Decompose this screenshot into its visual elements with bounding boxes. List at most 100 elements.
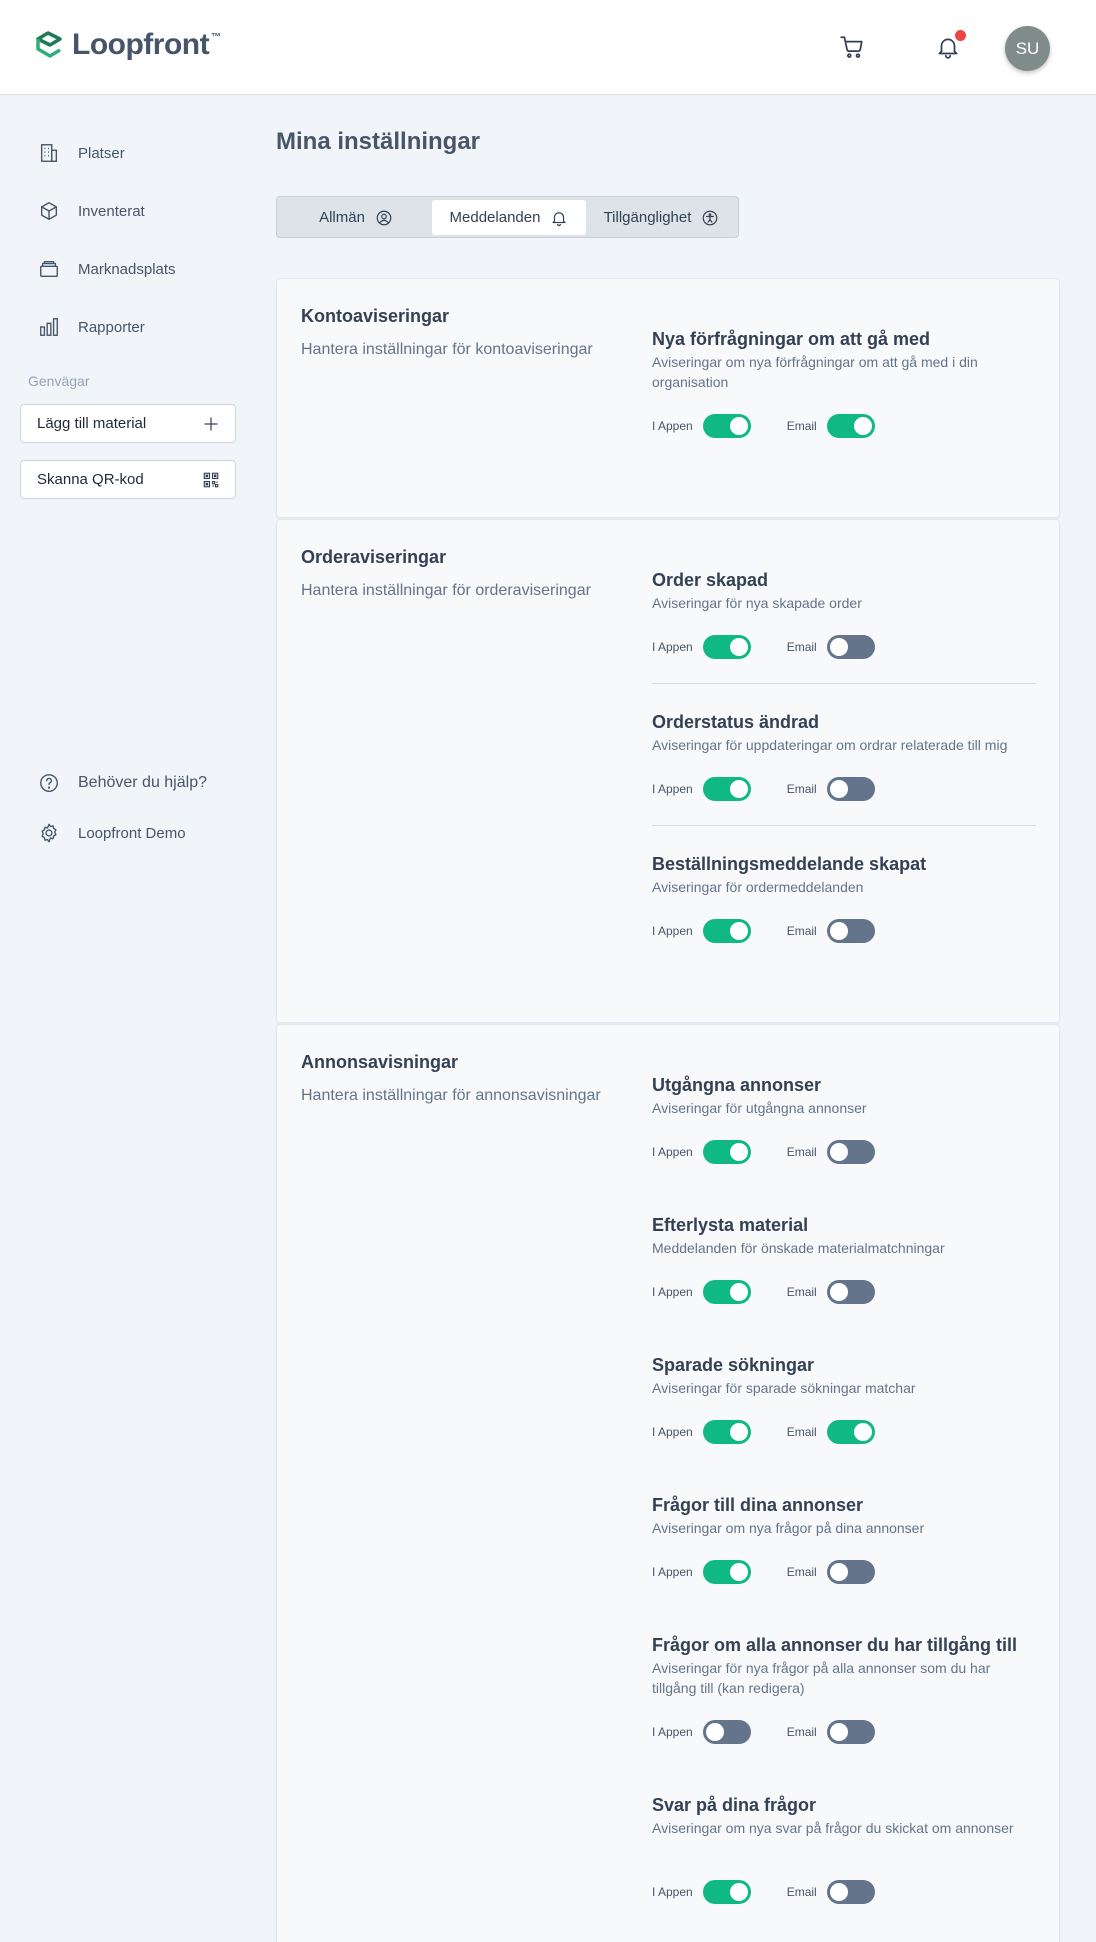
setting-description: Aviseringar för uppdateringar om ordrar …: [652, 737, 1008, 753]
in-app-label: I Appen: [652, 640, 693, 654]
in-app-toggle[interactable]: [702, 635, 751, 659]
in-app-toggle[interactable]: [702, 919, 751, 943]
toggle-row: I Appen Email: [652, 1420, 875, 1444]
email-toggle[interactable]: [826, 1560, 875, 1584]
setting-description: Aviseringar för nya skapade order: [652, 595, 862, 611]
sidebar-item-inventerat[interactable]: Inventerat: [38, 199, 145, 223]
toggle-knob: [705, 1723, 724, 1741]
setting-answers-your-questions: Svar på dina frågor Aviseringar om nya s…: [652, 1794, 1036, 1904]
avatar[interactable]: SU: [1005, 26, 1050, 71]
shortcuts-heading: Genvägar: [28, 373, 90, 389]
sidebar-item-marknadsplats[interactable]: Marknadsplats: [38, 257, 176, 281]
help-label: Behöver du hjälp?: [78, 774, 207, 791]
add-material-button[interactable]: Lägg till material: [20, 404, 236, 443]
setting-questions-your-listings: Frågor till dina annonser Aviseringar om…: [652, 1494, 1036, 1584]
toggle-knob: [829, 1563, 848, 1581]
email-toggle[interactable]: [826, 919, 875, 943]
setting-description: Meddelanden för önskade materialmatchnin…: [652, 1240, 945, 1256]
toggle-knob: [853, 417, 872, 435]
setting-title: Utgångna annonser: [652, 1075, 822, 1095]
in-app-toggle[interactable]: [702, 1560, 751, 1584]
accessibility-icon: [703, 210, 718, 225]
help-circle-icon: [40, 774, 58, 792]
email-toggle[interactable]: [826, 414, 875, 438]
sidebar-item-rapporter[interactable]: Rapporter: [38, 315, 145, 339]
logo[interactable]: Loopfront ™: [34, 28, 221, 62]
toggle-knob: [829, 1883, 848, 1901]
tab-meddelanden[interactable]: Meddelanden: [432, 200, 586, 235]
in-app-label: I Appen: [652, 1425, 693, 1439]
email-label: Email: [786, 782, 817, 796]
toggle-knob: [729, 417, 748, 435]
divider: [652, 683, 1036, 684]
toggle-row: I Appen Email: [652, 1880, 875, 1904]
in-app-toggle[interactable]: [702, 1720, 751, 1744]
cart-icon[interactable]: [839, 34, 865, 60]
toggle-knob: [729, 1143, 748, 1161]
setting-title: Frågor om alla annonser du har tillgång …: [652, 1635, 1018, 1655]
bar-chart-icon: [40, 318, 58, 336]
email-toggle[interactable]: [826, 777, 875, 801]
tab-tillganglighet[interactable]: Tillgänglighet: [586, 200, 737, 235]
in-app-toggle[interactable]: [702, 1880, 751, 1904]
tab-allman[interactable]: Allmän: [280, 200, 432, 235]
in-app-label: I Appen: [652, 924, 693, 938]
email-label: Email: [786, 1725, 817, 1739]
divider: [652, 825, 1036, 826]
sidebar-item-platser[interactable]: Platser: [38, 141, 125, 165]
in-app-toggle[interactable]: [702, 414, 751, 438]
tab-label: Allmän: [319, 209, 365, 226]
setting-title: Order skapad: [652, 570, 769, 590]
setting-description: Aviseringar för nya frågor på alla annon…: [652, 1660, 991, 1696]
section-subtitle: Hantera inställningar för kontoavisering…: [301, 341, 593, 358]
qr-code-icon: [203, 472, 219, 487]
in-app-label: I Appen: [652, 1285, 693, 1299]
in-app-toggle[interactable]: [702, 777, 751, 801]
setting-title: Svar på dina frågor: [652, 1795, 817, 1815]
in-app-toggle[interactable]: [702, 1420, 751, 1444]
section-title: Annonsavisningar: [301, 1052, 459, 1072]
notification-dot: [955, 30, 966, 41]
email-label: Email: [786, 1145, 817, 1159]
in-app-toggle[interactable]: [702, 1140, 751, 1164]
setting-wanted-materials: Efterlysta material Meddelanden för önsk…: [652, 1214, 1036, 1304]
plus-icon: [204, 416, 218, 431]
toggle-knob: [853, 1423, 872, 1441]
toggle-row: I Appen Email: [652, 919, 875, 943]
setting-title: Sparade sökningar: [652, 1355, 815, 1375]
toggle-knob: [729, 922, 748, 940]
scan-qr-button[interactable]: Skanna QR-kod: [20, 460, 236, 499]
in-app-toggle[interactable]: [702, 1280, 751, 1304]
email-toggle[interactable]: [826, 635, 875, 659]
setting-title: Efterlysta material: [652, 1215, 809, 1235]
in-app-label: I Appen: [652, 1145, 693, 1159]
in-app-label: I Appen: [652, 1885, 693, 1899]
email-toggle[interactable]: [826, 1420, 875, 1444]
email-toggle[interactable]: [826, 1140, 875, 1164]
setting-join-requests: Nya förfrågningar om att gå med Aviserin…: [652, 328, 1036, 438]
sidebar-item-label: Marknadsplats: [78, 260, 176, 278]
organization-settings[interactable]: Loopfront Demo: [38, 821, 186, 845]
toggle-knob: [829, 780, 848, 798]
email-toggle[interactable]: [826, 1880, 875, 1904]
user-circle-icon: [376, 210, 392, 225]
section-subtitle: Hantera inställningar för orderavisering…: [301, 582, 591, 599]
help-link[interactable]: Behöver du hjälp?: [38, 771, 207, 795]
setting-description: Aviseringar för utgångna annonser: [652, 1100, 867, 1116]
email-label: Email: [786, 1285, 817, 1299]
box-icon: [40, 202, 58, 220]
scan-qr-label: Skanna QR-kod: [37, 471, 144, 488]
section-kontoaviseringar: Kontoaviseringar Hantera inställningar f…: [276, 278, 1060, 518]
setting-order-created: Order skapad Aviseringar för nya skapade…: [652, 569, 1036, 659]
email-toggle[interactable]: [826, 1720, 875, 1744]
toggle-knob: [829, 638, 848, 656]
setting-description: Aviseringar om nya förfrågningar om att …: [652, 354, 978, 390]
toggle-knob: [729, 1883, 748, 1901]
setting-description: Aviseringar om nya frågor på dina annons…: [652, 1520, 925, 1536]
toggle-knob: [729, 1283, 748, 1301]
section-title: Kontoaviseringar: [301, 306, 450, 326]
email-toggle[interactable]: [826, 1280, 875, 1304]
email-label: Email: [786, 1565, 817, 1579]
in-app-label: I Appen: [652, 419, 693, 433]
add-material-label: Lägg till material: [37, 415, 147, 432]
